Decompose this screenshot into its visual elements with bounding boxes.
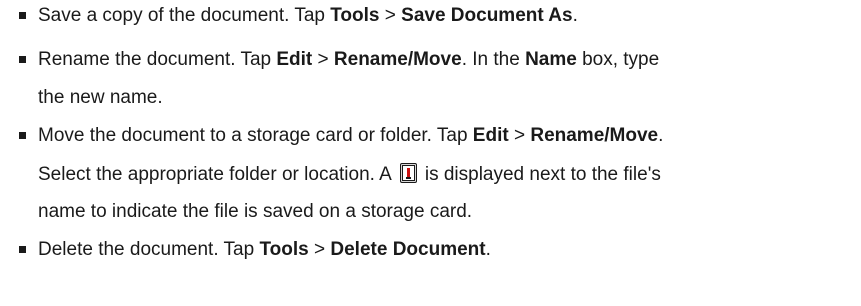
bullet-icon [19,132,26,139]
list-item-rename-cont: the new name. [38,87,163,109]
text: Rename the document. Tap [38,49,277,70]
bullet-icon [19,12,26,19]
list-item-rename: Rename the document. Tap Edit > Rename/M… [38,49,659,71]
text: . In the [461,49,526,70]
menu-ref-tools: Tools [330,5,380,26]
text: > [312,49,334,70]
menu-ref-edit: Edit [276,49,313,70]
text: > [308,239,331,260]
text: Move the document to a storage card or f… [38,125,473,146]
text: . [658,125,664,146]
text: Delete the document. Tap [38,239,260,260]
list-item-delete: Delete the document. Tap Tools > Delete … [38,239,491,261]
command-ref-save-document-as: Save Document As [401,5,573,26]
text: name to indicate the file is saved on a … [38,201,473,222]
command-ref-rename-move: Rename/Move [530,125,659,146]
text: Select the appropriate folder or locatio… [38,164,392,185]
text: Save a copy of the document. Tap [38,5,331,26]
text: is displayed next to the file's [424,164,661,185]
text: the new name. [38,87,163,108]
bullet-icon [19,56,26,63]
field-ref-name: Name [525,49,577,70]
storage-card-icon [399,163,417,183]
text: . [572,5,578,26]
text: > [508,125,531,146]
list-item-move-cont2: name to indicate the file is saved on a … [38,201,472,223]
text: . [485,239,491,260]
document-page: Save a copy of the document. Tap Tools >… [0,0,861,306]
command-ref-rename-move: Rename/Move [333,49,462,70]
menu-ref-edit: Edit [472,125,509,146]
text: box, type [576,49,660,70]
list-item-move-cont: Select the appropriate folder or locatio… [38,163,661,186]
menu-ref-tools: Tools [259,239,309,260]
list-item-move: Move the document to a storage card or f… [38,125,663,147]
list-item-save-copy: Save a copy of the document. Tap Tools >… [38,5,578,27]
text: > [379,5,402,26]
command-ref-delete-document: Delete Document [330,239,486,260]
bullet-icon [19,246,26,253]
